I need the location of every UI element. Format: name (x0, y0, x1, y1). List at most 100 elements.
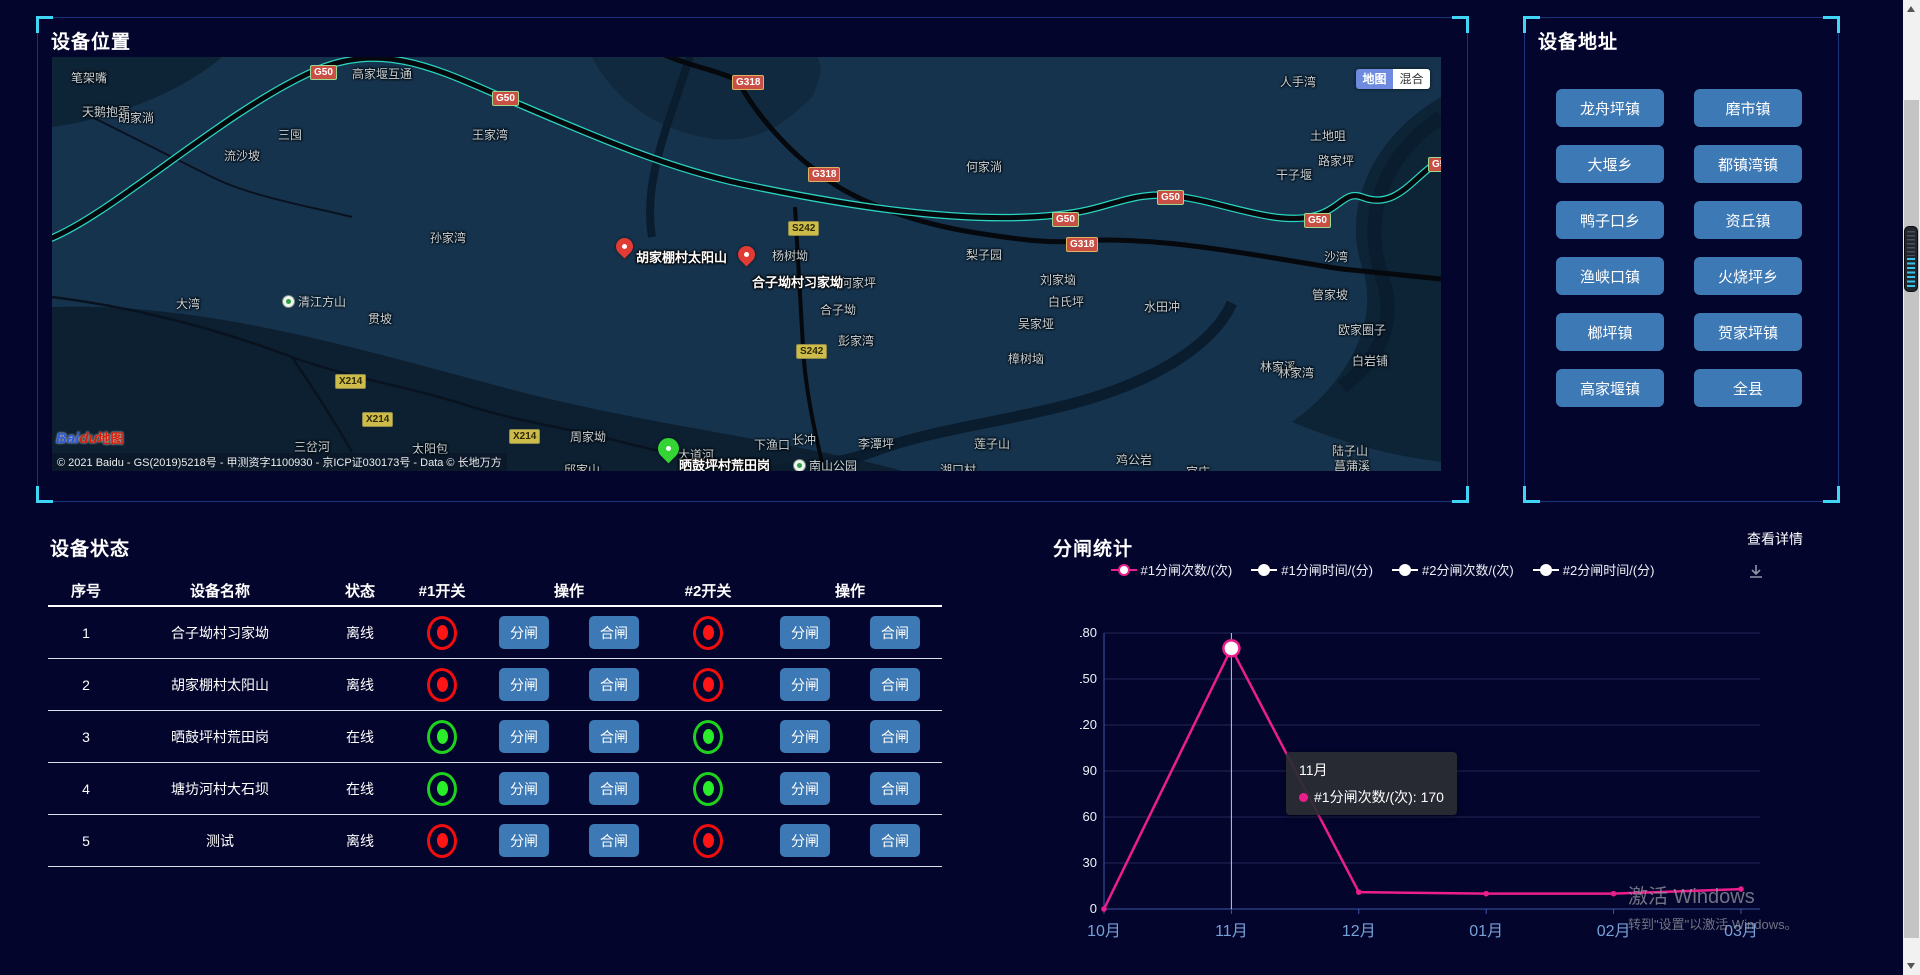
row-index: 2 (48, 677, 124, 693)
map-place-label: 彭家湾 (838, 332, 874, 349)
map-place-label: 孙家湾 (430, 229, 466, 246)
address-button-5[interactable]: 鸭子口乡 (1556, 201, 1664, 239)
map-place-label: 欧家圈子 (1338, 321, 1386, 338)
legend-item-1[interactable]: #1分闸次数/(次) (1111, 560, 1233, 579)
map-place-label: 莲子山 (974, 435, 1010, 452)
map-place-label: 林家湾 (1278, 364, 1314, 381)
switch1-ops-open-button[interactable]: 分闸 (499, 772, 549, 805)
switch1-ops-open-button[interactable]: 分闸 (499, 668, 549, 701)
chart-tooltip: 11月 #1分闸次数/(次): 170 (1286, 752, 1457, 815)
switch2-ops-close-button[interactable]: 合闸 (870, 668, 920, 701)
map-place-label: 何家淌 (966, 158, 1002, 175)
table-row: 1合子坳村习家坳离线分闸合闸分闸合闸 (48, 607, 942, 659)
map-pin-label: 合子坳村习家坳 (752, 272, 843, 291)
table-row: 5测试离线分闸合闸分闸合闸 (48, 815, 942, 867)
address-button-9[interactable]: 榔坪镇 (1556, 313, 1664, 351)
switch2-ops-open-button[interactable]: 分闸 (780, 772, 830, 805)
switch2-ops-close-button[interactable]: 合闸 (870, 720, 920, 753)
device-location-title: 设备位置 (51, 27, 131, 54)
baidu-map[interactable]: 笔架嘴天鹅抱蛋胡家淌高家堰互通三囤流沙坡王家湾孙家湾贯坡大湾杨树坳合子坳何家坪梨… (52, 57, 1441, 471)
address-button-6[interactable]: 资丘镇 (1694, 201, 1802, 239)
row-index: 1 (48, 625, 124, 641)
status-header-6: #2开关 (658, 580, 758, 601)
switch1-ops-open-button[interactable]: 分闸 (499, 824, 549, 857)
switch1-ops-close-button[interactable]: 合闸 (589, 772, 639, 805)
map-place-label: 刘家垴 (1040, 271, 1076, 288)
legend-item-3[interactable]: #2分闸次数/(次) (1392, 560, 1514, 579)
status-table-body: 1合子坳村习家坳离线分闸合闸分闸合闸2胡家棚村太阳山离线分闸合闸分闸合闸3晒鼓坪… (48, 607, 942, 867)
map-place-label: 菖蒲溪 (1334, 457, 1370, 471)
road-badge-G50: G50 (310, 65, 337, 80)
switch2 (658, 668, 758, 702)
switch2-ops-open-button[interactable]: 分闸 (780, 720, 830, 753)
address-button-2[interactable]: 磨市镇 (1694, 89, 1802, 127)
address-button-12[interactable]: 全县 (1694, 369, 1802, 407)
switch2-led (693, 720, 723, 754)
switch2-ops-close-button[interactable]: 合闸 (870, 772, 920, 805)
switch2-ops-close-button[interactable]: 合闸 (870, 616, 920, 649)
scroll-indicator-widget (1904, 226, 1918, 292)
address-button-11[interactable]: 高家堰镇 (1556, 369, 1664, 407)
view-details-link[interactable]: 查看详情 (1747, 529, 1803, 549)
road-badge-G318: G318 (1066, 237, 1098, 252)
switch1-ops-close-button[interactable]: 合闸 (589, 616, 639, 649)
switch1 (404, 720, 480, 754)
address-button-1[interactable]: 龙舟坪镇 (1556, 89, 1664, 127)
map-type-mixed-button[interactable]: 混合 (1393, 69, 1430, 89)
switch1-ops-close-button[interactable]: 合闸 (589, 824, 639, 857)
svg-text:03月: 03月 (1724, 923, 1758, 940)
switch2-ops-close-button[interactable]: 合闸 (870, 824, 920, 857)
switch1-led (427, 616, 457, 650)
legend-item-2[interactable]: #1分闸时间/(分) (1251, 560, 1373, 579)
switch1 (404, 772, 480, 806)
legend-marker (1251, 563, 1277, 576)
map-place-label: 土地咀 (1310, 127, 1346, 144)
switch2-led (693, 616, 723, 650)
svg-text:90: 90 (1083, 763, 1097, 778)
map-place-label: 合子坳 (820, 301, 856, 318)
legend-item-4[interactable]: #2分闸时间/(分) (1533, 560, 1655, 579)
address-button-10[interactable]: 贺家坪镇 (1694, 313, 1802, 351)
switch2-ops-open-button[interactable]: 分闸 (780, 668, 830, 701)
switch1-ops-open-button[interactable]: 分闸 (499, 616, 549, 649)
status-table-header: 序号设备名称状态#1开关操作#2开关操作 (48, 575, 942, 607)
switch1-ops-close-button[interactable]: 合闸 (589, 720, 639, 753)
device-status: 离线 (316, 623, 404, 643)
switch2-led (693, 824, 723, 858)
switch2-ops-open-button[interactable]: 分闸 (780, 824, 830, 857)
map-place-label: 吴家垭 (1018, 315, 1054, 332)
stats-chart-area[interactable]: 10月11月12月01月02月03月0306090120150180 11月 #… (1080, 600, 1780, 945)
address-button-grid: 龙舟坪镇磨市镇大堰乡都镇湾镇鸭子口乡资丘镇渔峡口镇火烧坪乡榔坪镇贺家坪镇高家堰镇… (1556, 89, 1802, 407)
switch2-ops-open-button[interactable]: 分闸 (780, 616, 830, 649)
switch1-led (427, 668, 457, 702)
map-type-map-button[interactable]: 地图 (1356, 69, 1393, 89)
scrollbar-down-arrow[interactable] (1907, 963, 1915, 969)
status-header-2: 设备名称 (124, 580, 316, 601)
legend-marker (1392, 563, 1418, 576)
dashboard-root: 设备位置 笔架嘴天鹅抱蛋胡家淌高家堰互通三囤流沙坡王家湾孙家湾贯坡大湾杨树坳合 (0, 0, 1920, 975)
switch1-ops-open-button[interactable]: 分闸 (499, 720, 549, 753)
switch2-ops: 分闸 合闸 (758, 668, 942, 701)
stats-title: 分闸统计 (1053, 534, 1133, 561)
corner-accent (1452, 16, 1469, 33)
tooltip-value: #1分闸次数/(次): 170 (1314, 787, 1444, 807)
page-scrollbar[interactable] (1903, 0, 1920, 975)
map-place-label: 杨树坳 (772, 247, 808, 264)
svg-text:02月: 02月 (1597, 923, 1631, 940)
switch1-ops-close-button[interactable]: 合闸 (589, 668, 639, 701)
address-button-7[interactable]: 渔峡口镇 (1556, 257, 1664, 295)
road-badge-S242: S242 (788, 221, 819, 236)
address-button-4[interactable]: 都镇湾镇 (1694, 145, 1802, 183)
address-button-8[interactable]: 火烧坪乡 (1694, 257, 1802, 295)
device-status: 在线 (316, 727, 404, 747)
download-icon[interactable] (1747, 563, 1765, 586)
device-location-panel: 设备位置 笔架嘴天鹅抱蛋胡家淌高家堰互通三囤流沙坡王家湾孙家湾贯坡大湾杨树坳合 (37, 17, 1468, 502)
map-place-label: 沙湾 (1324, 248, 1348, 265)
road-badge-G50: G50 (1428, 157, 1441, 172)
map-copyright: © 2021 Baidu - GS(2019)5218号 - 甲测资字11009… (52, 453, 507, 471)
corner-accent (1523, 486, 1540, 503)
switch1-led (427, 720, 457, 754)
address-button-3[interactable]: 大堰乡 (1556, 145, 1664, 183)
corner-accent (36, 486, 53, 503)
scrollbar-up-arrow[interactable] (1907, 6, 1915, 12)
